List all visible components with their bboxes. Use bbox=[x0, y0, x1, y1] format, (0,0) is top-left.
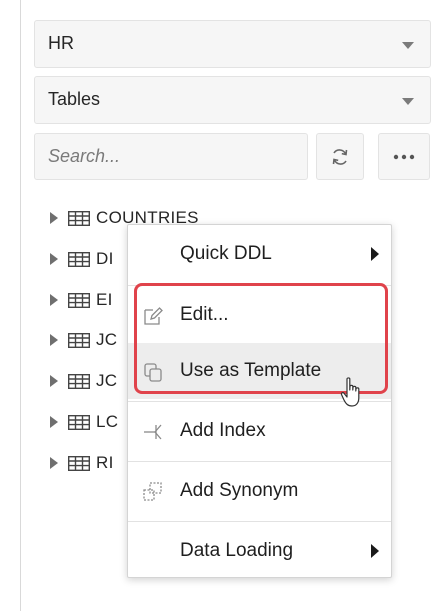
menu-item-label: Data Loading bbox=[180, 540, 294, 561]
table-icon bbox=[68, 373, 90, 389]
menu-item-data-loading[interactable]: Data Loading bbox=[128, 523, 391, 579]
menu-item-label: Add Index bbox=[180, 420, 266, 441]
expand-arrow-icon[interactable] bbox=[50, 334, 58, 346]
table-icon bbox=[68, 292, 90, 308]
tree-item-label: DI bbox=[96, 249, 114, 268]
pencil-icon bbox=[144, 307, 163, 325]
table-icon bbox=[68, 455, 90, 471]
menu-item-label: Use as Template bbox=[180, 360, 322, 381]
schema-select-value: HR bbox=[48, 33, 74, 53]
refresh-button[interactable] bbox=[316, 133, 364, 180]
expand-arrow-icon[interactable] bbox=[50, 457, 58, 469]
tree-item-label: LC bbox=[96, 412, 119, 431]
synonym-icon bbox=[143, 482, 162, 501]
menu-separator bbox=[128, 521, 391, 522]
copy-icon bbox=[144, 363, 162, 382]
expand-arrow-icon[interactable] bbox=[50, 212, 58, 224]
ellipsis-icon bbox=[393, 154, 415, 159]
index-arrow-icon bbox=[144, 424, 162, 440]
expand-arrow-icon[interactable] bbox=[50, 416, 58, 428]
tree-item-label: JC bbox=[96, 330, 118, 349]
expand-arrow-icon[interactable] bbox=[50, 253, 58, 265]
tree-item[interactable]: LC bbox=[50, 407, 118, 437]
submenu-arrow-icon bbox=[371, 247, 379, 261]
tree-item[interactable]: RI bbox=[50, 448, 114, 478]
tree-item[interactable]: DI bbox=[50, 244, 114, 274]
menu-item-label: Edit... bbox=[180, 304, 229, 325]
submenu-arrow-icon bbox=[371, 544, 379, 558]
chevron-down-icon bbox=[402, 42, 414, 49]
refresh-icon bbox=[332, 148, 348, 165]
menu-item-quick-ddl[interactable]: Quick DDL bbox=[128, 226, 391, 282]
tree-item[interactable]: EI bbox=[50, 285, 113, 315]
hand-pointer-icon bbox=[340, 377, 360, 407]
object-type-select-value: Tables bbox=[48, 89, 101, 109]
table-icon bbox=[68, 414, 90, 430]
menu-separator bbox=[128, 461, 391, 462]
table-icon bbox=[68, 210, 90, 226]
expand-arrow-icon[interactable] bbox=[50, 294, 58, 306]
menu-item-edit[interactable]: Edit... bbox=[128, 287, 391, 343]
object-type-select[interactable]: Tables bbox=[34, 76, 431, 124]
tree-item[interactable]: JC bbox=[50, 325, 117, 355]
expand-arrow-icon[interactable] bbox=[50, 375, 58, 387]
more-actions-button[interactable] bbox=[378, 133, 430, 180]
menu-item-add-index[interactable]: Add Index bbox=[128, 403, 391, 459]
chevron-down-icon bbox=[402, 98, 414, 105]
table-icon bbox=[68, 332, 90, 348]
tree-item[interactable]: JC bbox=[50, 366, 117, 396]
menu-item-label: Quick DDL bbox=[180, 243, 272, 264]
menu-item-label: Add Synonym bbox=[180, 480, 299, 501]
tree-item-label: JC bbox=[96, 371, 118, 390]
menu-item-add-synonym[interactable]: Add Synonym bbox=[128, 463, 391, 519]
tree-item-label: RI bbox=[96, 453, 114, 472]
table-icon bbox=[68, 251, 90, 267]
search-input[interactable] bbox=[34, 133, 308, 180]
tree-item-label: EI bbox=[96, 290, 113, 309]
menu-separator bbox=[128, 285, 391, 286]
schema-select[interactable]: HR bbox=[34, 20, 431, 68]
